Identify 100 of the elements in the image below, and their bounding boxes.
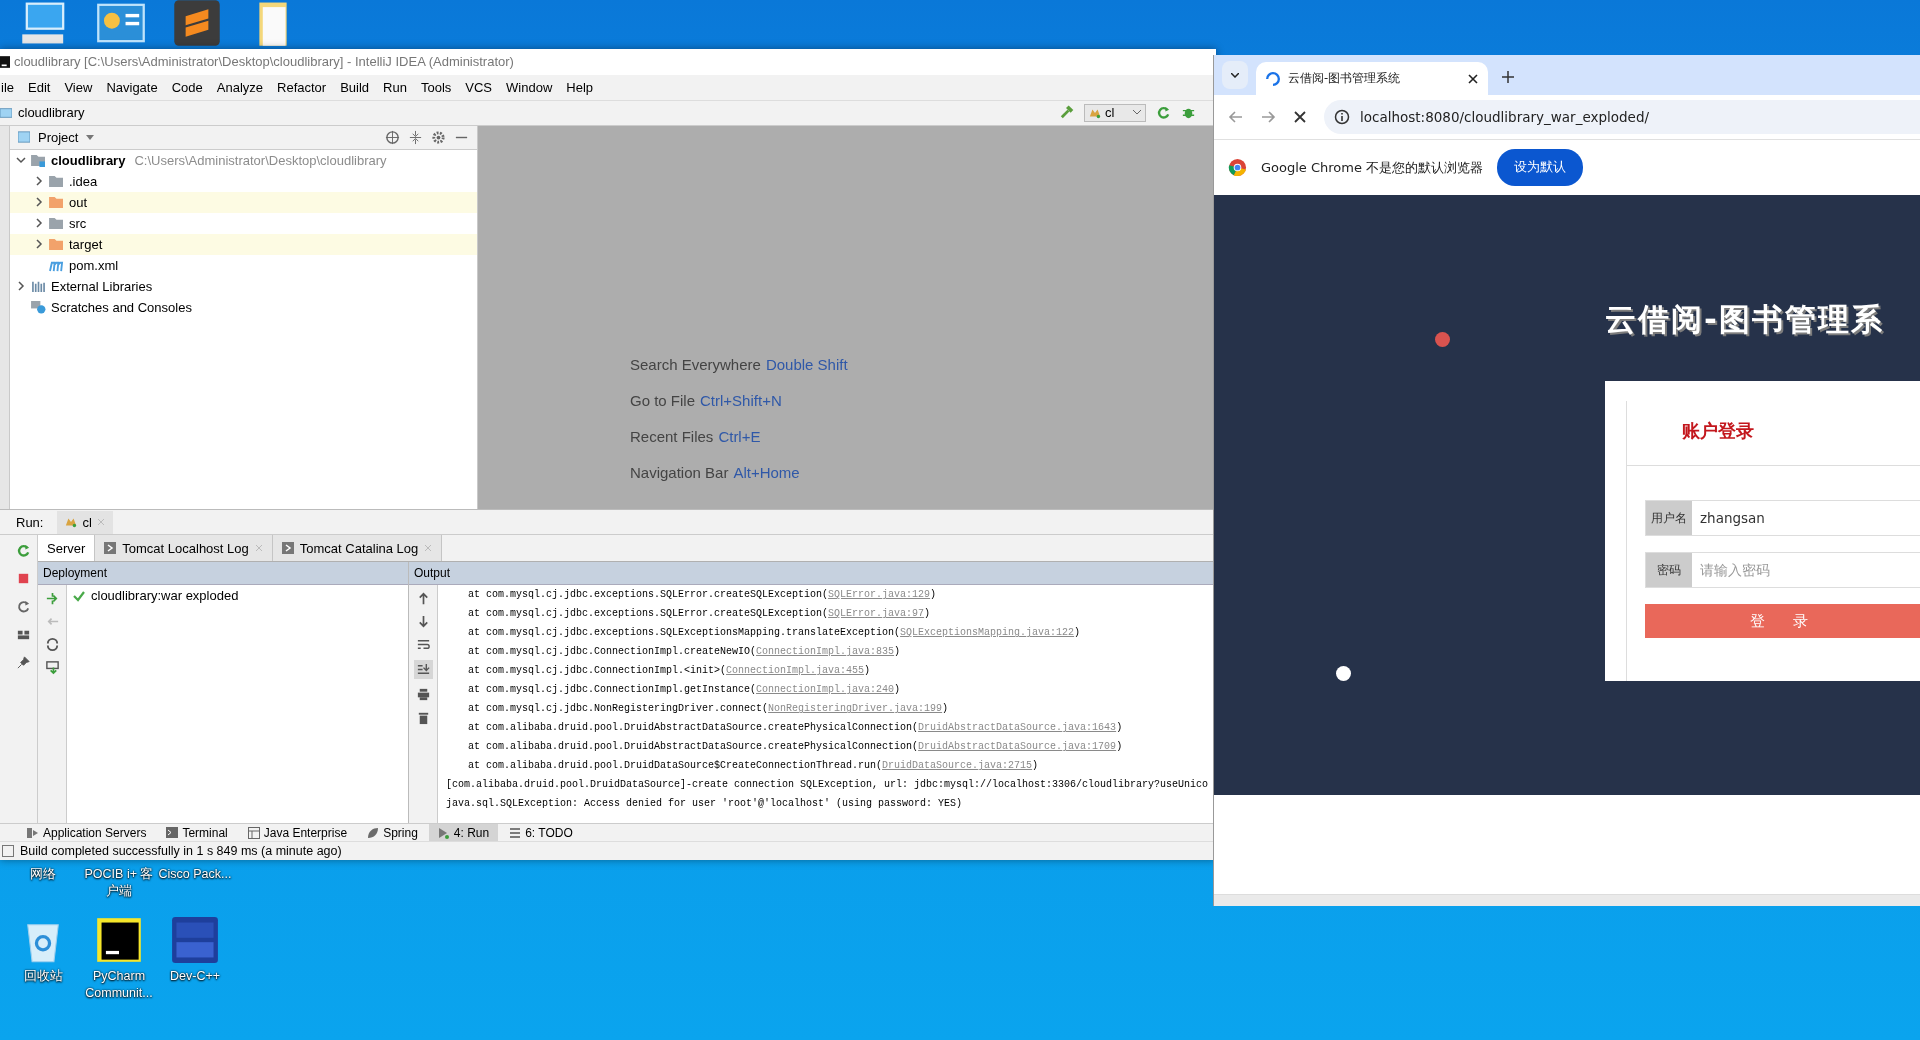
editor-app-icon[interactable] — [172, 0, 222, 46]
tree-item[interactable]: src — [69, 215, 87, 231]
table-icon — [247, 826, 260, 839]
scratches-icon — [31, 300, 46, 314]
run-tab[interactable]: Tomcat Catalina Log — [272, 535, 443, 562]
tool-window-tab[interactable]: 4: Run — [428, 824, 499, 842]
rerun-icon[interactable] — [15, 543, 31, 559]
run-tab[interactable]: Tomcat Localhost Log — [95, 535, 273, 562]
log-icon — [281, 542, 294, 555]
chevron-icon[interactable] — [34, 176, 44, 187]
chevron-icon[interactable] — [16, 155, 26, 166]
leaf-icon — [367, 826, 380, 839]
tab-list-button[interactable] — [1222, 61, 1248, 89]
panel-toggle-icon[interactable] — [2, 845, 14, 858]
menu-item[interactable]: VCS — [465, 79, 493, 95]
chevron-icon[interactable] — [34, 239, 44, 250]
collapse-icon[interactable] — [408, 129, 423, 145]
panel-title[interactable]: Project — [38, 129, 79, 145]
back-icon[interactable] — [1228, 109, 1244, 125]
module-folder-icon — [31, 153, 46, 167]
chevron-icon[interactable] — [16, 281, 26, 292]
menu-item[interactable]: Edit — [28, 79, 51, 95]
menu-item[interactable]: Tools — [420, 79, 452, 95]
source-link[interactable]: DruidAbstractDataSource.java:1709 — [918, 741, 1117, 753]
source-link[interactable]: NonRegisteringDriver.java:199 — [768, 703, 943, 715]
caret-icon[interactable] — [86, 134, 95, 140]
source-link[interactable]: SQLError.java:97 — [828, 608, 925, 620]
tree-item[interactable]: cloudlibrary — [51, 152, 126, 168]
menu-item[interactable]: Window — [506, 79, 553, 95]
menu-item[interactable]: Code — [171, 79, 203, 95]
tree-item[interactable]: External Libraries — [51, 278, 153, 294]
address-bar[interactable]: localhost:8080/cloudlibrary_war_exploded/ — [1324, 100, 1920, 134]
new-tab-icon[interactable] — [1502, 71, 1514, 83]
input-group[interactable]: 密码 请输入密码 — [1645, 552, 1920, 588]
menu-item[interactable]: ile — [1, 79, 14, 95]
input-group[interactable]: 用户名 zhangsan — [1645, 500, 1920, 536]
folder-icon — [49, 216, 64, 230]
download-icon[interactable] — [44, 660, 60, 676]
source-link[interactable]: ConnectionImpl.java:240 — [756, 684, 895, 696]
run-config-name: cl — [1105, 105, 1115, 121]
menu-item[interactable]: Build — [340, 79, 370, 95]
source-link[interactable]: DruidDataSource.java:2715 — [882, 760, 1033, 772]
tree-item[interactable]: Scratches and Consoles — [51, 299, 192, 315]
source-link[interactable]: SQLExceptionsMapping.java:122 — [900, 627, 1075, 639]
caret-icon — [1133, 110, 1141, 116]
chevron-icon[interactable] — [34, 197, 44, 208]
close-icon[interactable] — [1468, 73, 1478, 84]
tool-window-tab[interactable]: Spring — [358, 824, 427, 842]
refresh-icon[interactable] — [15, 599, 31, 615]
print-icon[interactable] — [415, 687, 431, 703]
tree-item[interactable]: target — [69, 236, 103, 252]
locate-icon[interactable] — [385, 129, 400, 145]
set-default-button[interactable]: 设为默认 — [1497, 149, 1584, 186]
menu-item[interactable]: Help — [566, 79, 594, 95]
forward-icon[interactable] — [1260, 109, 1276, 125]
tool-window-tab[interactable]: Java Enterprise — [238, 824, 357, 842]
run-icon — [437, 826, 450, 839]
menu-item[interactable]: View — [64, 79, 93, 95]
tree-item[interactable]: out — [69, 194, 88, 210]
tool-window-tab[interactable]: Application Servers — [18, 824, 156, 842]
source-link[interactable]: DruidAbstractDataSource.java:1643 — [918, 722, 1117, 734]
tree-item[interactable]: pom.xml — [69, 257, 119, 273]
tool-window-tab[interactable]: 6: TODO — [500, 824, 582, 842]
pin-icon[interactable] — [15, 655, 31, 671]
run-tab[interactable]: Server — [38, 535, 96, 562]
page-heading: 云借阅-图书管理系 — [1605, 300, 1885, 339]
module-path: C:\Users\Administrator\Desktop\cloudlibrary — [134, 152, 387, 168]
log-line: at com.mysql.cj.jdbc.ConnectionImpl.getInstance(ConnectionImpl.java:240) — [467, 683, 902, 698]
source-link[interactable]: ConnectionImpl.java:455 — [726, 665, 865, 677]
run-config-dropdown[interactable]: cl — [1084, 103, 1146, 122]
chrome-logo-icon — [1228, 158, 1247, 177]
settings-icon[interactable] — [431, 129, 446, 145]
menu-item[interactable]: Run — [383, 79, 407, 95]
rerun-icon[interactable] — [1156, 105, 1171, 121]
horizontal-scrollbar[interactable] — [1214, 894, 1920, 906]
ide-app-icon[interactable] — [95, 916, 143, 964]
shortcut-text: Ctrl+Shift+N — [700, 391, 782, 409]
column-header: Output — [409, 562, 1216, 586]
hammer-icon[interactable] — [1059, 105, 1074, 121]
run-config-tab[interactable]: cl — [57, 510, 113, 534]
menu-item[interactable]: Navigate — [106, 79, 158, 95]
chevron-icon[interactable] — [34, 218, 44, 229]
tool-window-tab[interactable]: Terminal — [157, 824, 237, 842]
menu-item[interactable]: Analyze — [216, 79, 263, 95]
login-title: 账户登录 — [1627, 401, 1920, 466]
tomcat-icon — [65, 516, 78, 529]
scroll-end-icon[interactable] — [413, 660, 433, 680]
source-link[interactable]: ConnectionImpl.java:835 — [756, 646, 895, 658]
deployment-name[interactable]: cloudlibrary:war exploded — [91, 588, 239, 604]
browser-tab[interactable]: 云借阅-图书管理系统 — [1256, 62, 1488, 95]
menu-item[interactable]: Refactor — [277, 79, 327, 95]
run-label: Run: — [16, 514, 44, 530]
update-icon[interactable] — [44, 637, 60, 653]
info-icon[interactable] — [1334, 109, 1350, 125]
breadcrumb[interactable]: cloudlibrary — [18, 105, 85, 121]
stop-icon[interactable] — [1292, 109, 1308, 125]
tree-item[interactable]: .idea — [69, 173, 98, 189]
deploy-icon[interactable] — [44, 591, 60, 607]
log-line: at com.mysql.cj.jdbc.ConnectionImpl.createNewIO(ConnectionImpl.java:835) — [467, 645, 902, 660]
source-link[interactable]: SQLError.java:129 — [828, 589, 931, 601]
